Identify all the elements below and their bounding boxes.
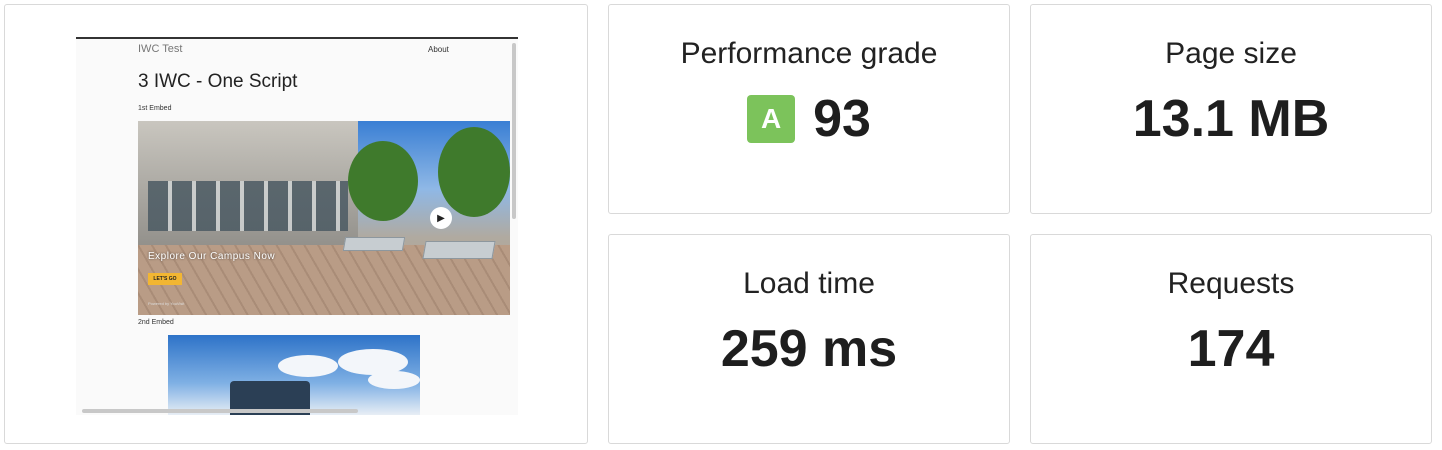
performance-grade-card: Performance grade A 93 [608,4,1010,214]
thumbnail-nav-about: About [428,45,449,54]
cloud [278,355,338,377]
thumbnail-embed1-label: 1st Embed [138,105,172,112]
play-icon: ▶ [430,207,452,229]
thumbnail-site-title: IWC Test [138,43,183,55]
load-time-title: Load time [743,267,875,300]
bench [422,241,496,259]
page-size-card: Page size 13.1 MB [1030,4,1432,214]
cloud [368,371,420,389]
page-size-title: Page size [1165,37,1297,70]
performance-grade-title: Performance grade [680,37,938,70]
building-windows [148,181,348,231]
thumbnail-embed1-cta: LET'S GO [148,273,182,285]
thumbnail-embed1-image: ▶ Explore Our Campus Now LET'S GO Powere… [138,121,510,315]
page-size-value: 13.1 MB [1132,90,1330,148]
requests-card: Requests 174 [1030,234,1432,444]
requests-value: 174 [1187,320,1275,378]
thumbnail-embed1-caption: Explore Our Campus Now [148,251,276,262]
thumbnail-embed1-powered: Powered by YouVisit [148,301,185,306]
tree [438,127,510,217]
bench [342,237,406,251]
performance-grade-row: A 93 [609,89,1009,149]
load-time-value: 259 ms [720,320,898,378]
screenshot-card: IWC Test About 3 IWC - One Script 1st Em… [4,4,588,444]
thumbnail-horizontal-scrollbar [82,409,358,413]
grade-badge: A [747,95,796,143]
tree [348,141,418,221]
load-time-card: Load time 259 ms [608,234,1010,444]
thumbnail-embed2-label: 2nd Embed [138,319,174,326]
requests-title: Requests [1167,267,1295,300]
thumbnail-vertical-scrollbar [512,43,516,219]
thumbnail-heading: 3 IWC - One Script [138,71,298,92]
page-screenshot-thumbnail[interactable]: IWC Test About 3 IWC - One Script 1st Em… [76,37,518,415]
grade-score: 93 [813,90,871,148]
thumbnail-embed2-image [168,335,420,415]
